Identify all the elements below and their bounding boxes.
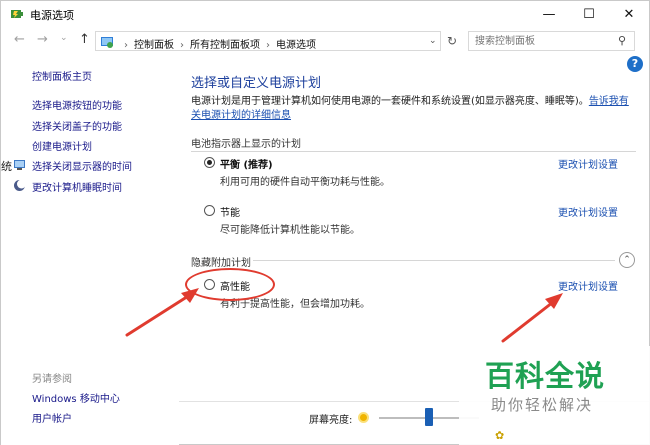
window-title: 电源选项 xyxy=(30,9,74,22)
sidebar-item-power-button[interactable]: 选择电源按钮的功能 xyxy=(32,97,122,112)
brightness-slider-thumb[interactable] xyxy=(425,408,433,426)
power-options-window: 电源选项 — ☐ ✕ ← → ⌄ ↑ › 控制面板 › 所有控制面板项 › 电源选项 ⌄ … xyxy=(0,0,650,445)
battery-section-heading: 电池指示器上显示的计划 xyxy=(191,139,301,150)
control-panel-icon xyxy=(101,37,113,48)
search-input[interactable] xyxy=(475,34,615,48)
highlight-ellipse-annotation xyxy=(185,268,275,301)
sidebar-item-sleep-time[interactable]: 更改计算机睡眠时间 xyxy=(32,179,122,194)
plan-description: 利用可用的硬件自动平衡功耗与性能。 xyxy=(220,177,390,188)
close-button[interactable]: ✕ xyxy=(609,1,649,27)
sidebar-item-home[interactable]: 控制面板主页 xyxy=(32,68,92,83)
brightness-sun-icon xyxy=(358,412,369,423)
display-shield-icon xyxy=(14,160,25,170)
radio-balanced[interactable] xyxy=(204,157,215,168)
refresh-icon[interactable]: ↻ xyxy=(443,31,461,51)
plan-name[interactable]: 节能 xyxy=(220,204,240,219)
help-icon[interactable]: ? xyxy=(627,56,643,72)
change-plan-settings-power-saver[interactable]: 更改计划设置 xyxy=(558,204,618,219)
breadcrumb-separator: › xyxy=(266,40,270,51)
plan-name[interactable]: 平衡 (推荐) xyxy=(220,156,273,171)
plan-description: 尽可能降低计算机性能以节能。 xyxy=(220,225,360,236)
title-bar: 电源选项 — ☐ ✕ xyxy=(1,1,649,27)
breadcrumb-separator: › xyxy=(124,40,128,51)
edge-clipped-text: 统 xyxy=(1,160,12,173)
breadcrumb-power-options[interactable]: 电源选项 xyxy=(276,40,316,51)
change-plan-settings-balanced[interactable]: 更改计划设置 xyxy=(558,156,618,171)
sidebar-item-lid-close[interactable]: 选择关闭盖子的功能 xyxy=(32,118,122,133)
page-title: 选择或自定义电源计划 xyxy=(191,76,322,91)
watermark-subtitle: 助你轻松解决 xyxy=(491,396,594,414)
power-options-icon xyxy=(11,10,23,18)
recent-locations-chevron-icon[interactable]: ⌄ xyxy=(60,33,68,43)
search-icon[interactable]: ⚲ xyxy=(618,34,626,47)
navigation-bar: ← → ⌄ ↑ › 控制面板 › 所有控制面板项 › 电源选项 ⌄ ↻ ⚲ xyxy=(1,28,649,54)
breadcrumb-control-panel[interactable]: 控制面板 xyxy=(134,40,174,51)
see-also-user-accounts[interactable]: 用户帐户 xyxy=(32,410,72,425)
radio-power-saver[interactable] xyxy=(204,205,215,216)
collapse-chevron-icon[interactable]: ⌃ xyxy=(619,252,635,268)
breadcrumb-all-items[interactable]: 所有控制面板项 xyxy=(190,40,260,51)
up-arrow-icon[interactable]: ↑ xyxy=(79,32,90,47)
maximize-button[interactable]: ☐ xyxy=(569,1,609,27)
hidden-plans-heading: 隐藏附加计划 xyxy=(191,258,251,269)
watermark-title: 百科全说 xyxy=(485,359,606,393)
brightness-label: 屏幕亮度: xyxy=(309,415,353,426)
right-arrow-annotation xyxy=(501,293,563,343)
see-also-mobility-center[interactable]: Windows 移动中心 xyxy=(32,390,120,405)
section-divider xyxy=(253,260,615,261)
back-arrow-icon[interactable]: ← xyxy=(14,32,25,47)
description-text: 电源计划是用于管理计算机如何使用电源的一套硬件和系统设置(如显示器亮度、睡眠等)… xyxy=(191,96,589,107)
forward-arrow-icon[interactable]: → xyxy=(37,32,48,47)
section-divider xyxy=(191,151,636,152)
address-dropdown-chevron-icon[interactable]: ⌄ xyxy=(429,36,437,46)
left-pane: 统 控制面板主页 选择电源按钮的功能 选择关闭盖子的功能 创建电源计划 选择关闭… xyxy=(1,54,179,445)
search-box[interactable]: ⚲ xyxy=(468,31,635,51)
change-plan-settings-high-performance[interactable]: 更改计划设置 xyxy=(558,278,618,293)
minimize-button[interactable]: — xyxy=(529,1,569,27)
watermark-emblem-icon: ✿ xyxy=(495,429,505,442)
moon-icon xyxy=(14,179,26,191)
see-also-heading: 另请参阅 xyxy=(32,374,72,385)
breadcrumb-separator: › xyxy=(180,40,184,51)
breadcrumb: › 控制面板 › 所有控制面板项 › 电源选项 xyxy=(118,36,316,51)
sidebar-item-create-plan[interactable]: 创建电源计划 xyxy=(32,138,92,153)
sidebar-item-display-off[interactable]: 选择关闭显示器的时间 xyxy=(32,158,132,173)
page-description: 电源计划是用于管理计算机如何使用电源的一套硬件和系统设置(如显示器亮度、睡眠等)… xyxy=(191,95,636,123)
address-bar[interactable]: › 控制面板 › 所有控制面板项 › 电源选项 ⌄ xyxy=(95,31,441,51)
